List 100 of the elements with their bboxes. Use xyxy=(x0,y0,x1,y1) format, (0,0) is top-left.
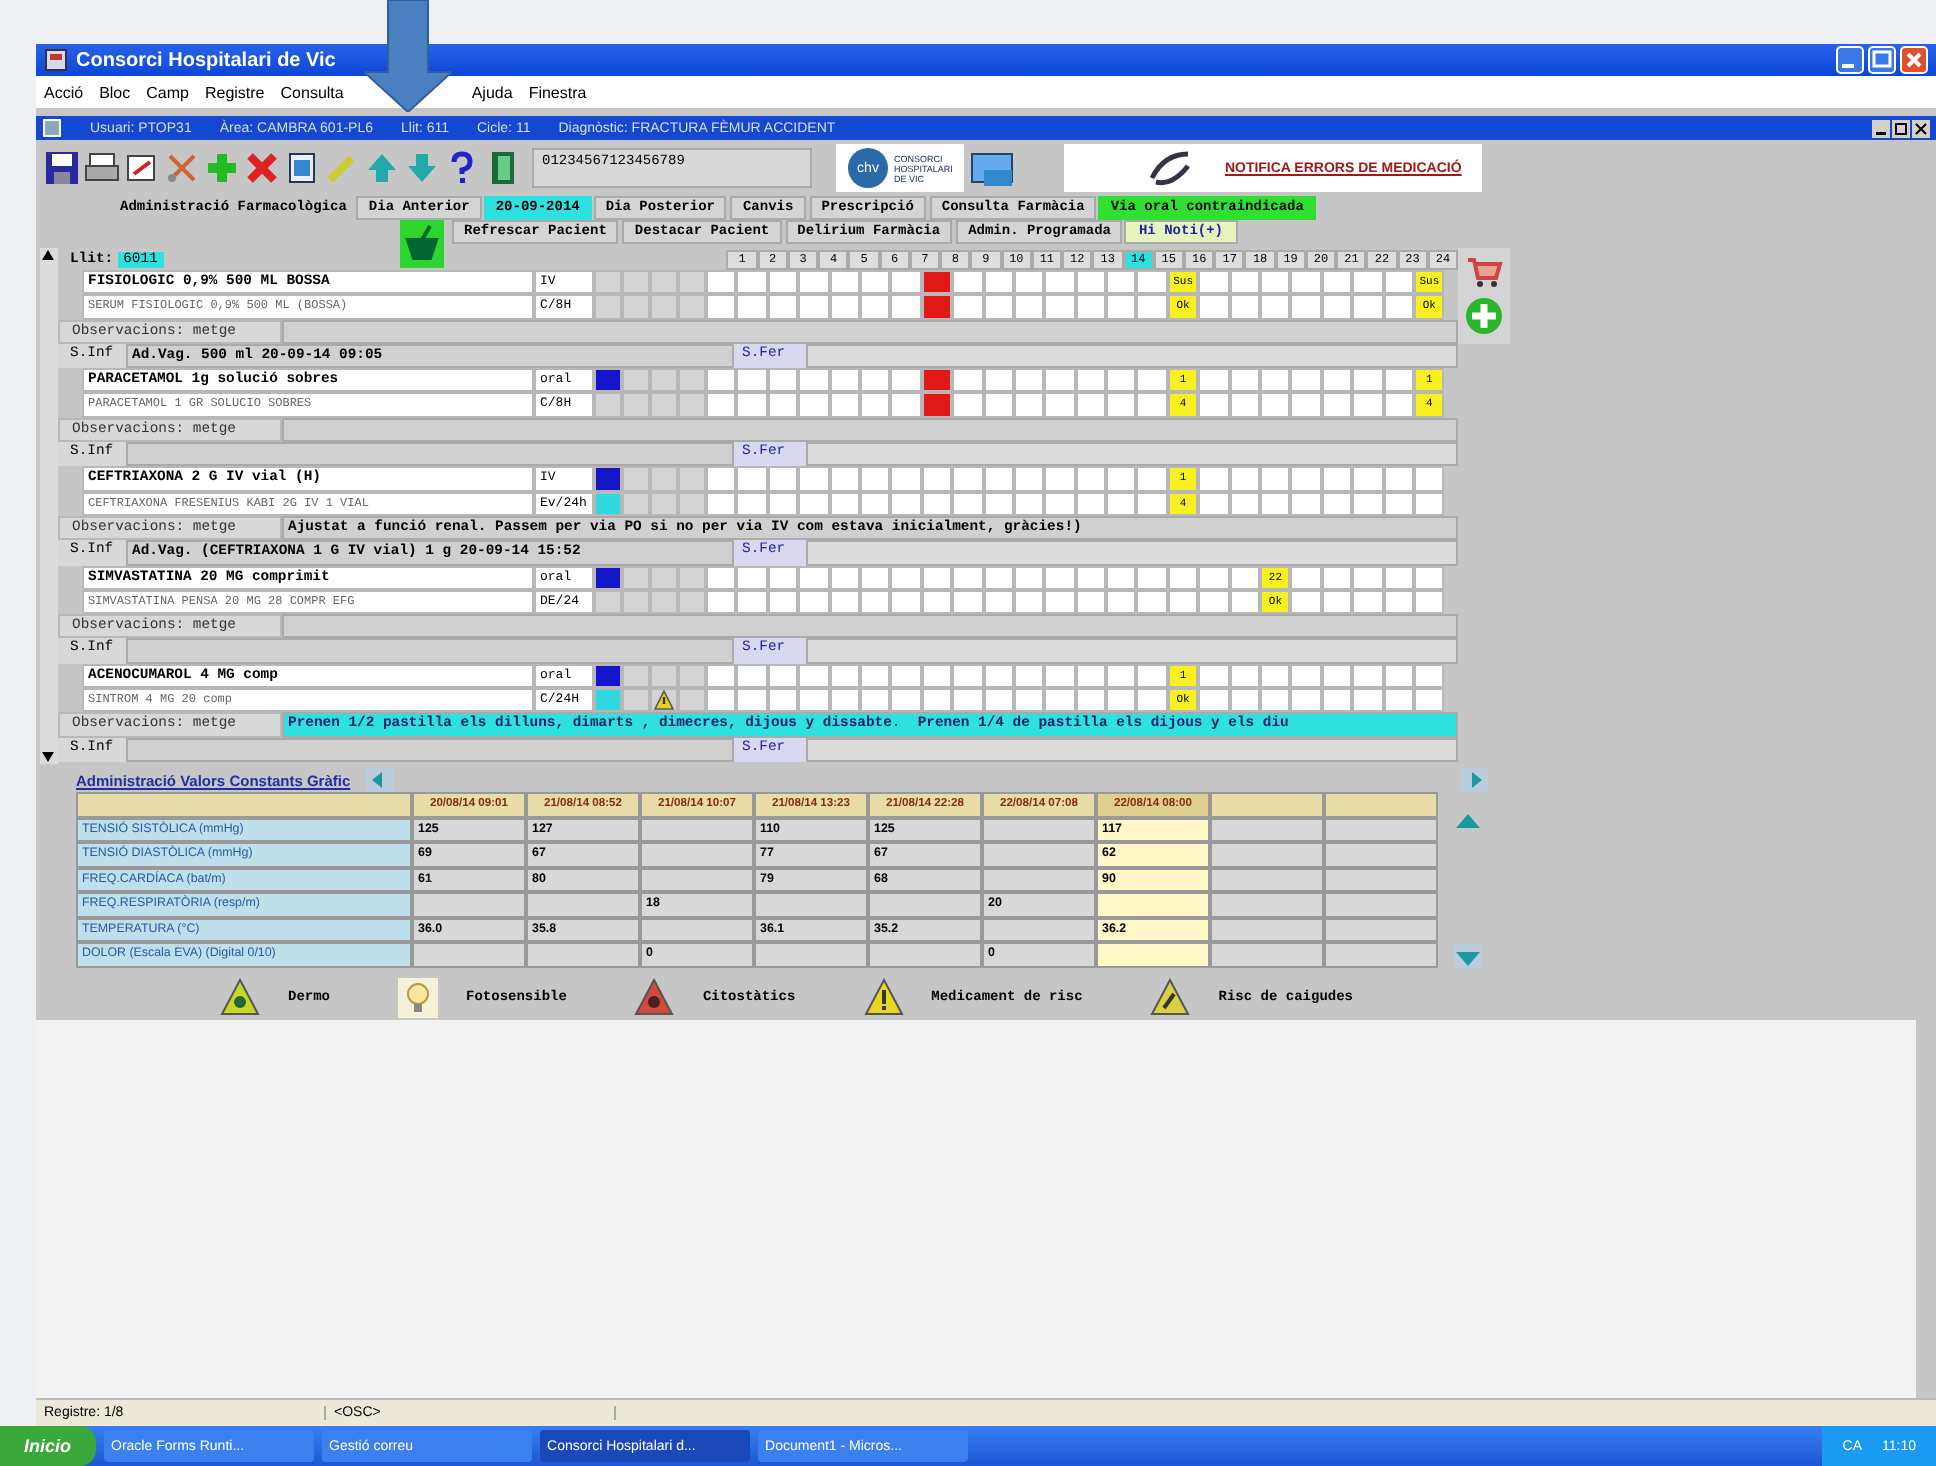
dose-cell[interactable] xyxy=(952,294,984,320)
dose-cell[interactable] xyxy=(706,368,737,393)
dose-cell[interactable] xyxy=(859,466,891,492)
dose-cell[interactable] xyxy=(890,466,922,492)
dose-cell[interactable] xyxy=(952,688,984,713)
dose-cell[interactable] xyxy=(983,294,1014,320)
dose-cell[interactable] xyxy=(1075,294,1107,320)
dose-cell[interactable] xyxy=(890,565,922,590)
done-field[interactable] xyxy=(806,540,1458,566)
dose-cell[interactable] xyxy=(1198,491,1230,516)
dose-cell[interactable] xyxy=(1260,466,1291,492)
dose-cell[interactable] xyxy=(859,294,891,320)
dose-cell[interactable] xyxy=(859,688,891,713)
dose-cell[interactable] xyxy=(1229,392,1261,418)
dose-cell[interactable] xyxy=(736,589,768,615)
dose-cell[interactable] xyxy=(1260,491,1291,516)
dose-cell[interactable] xyxy=(1413,466,1445,492)
dose-cell[interactable] xyxy=(921,368,953,393)
observations-field[interactable] xyxy=(282,614,1458,639)
dose-cell[interactable] xyxy=(983,270,1014,295)
dose-cell[interactable] xyxy=(736,368,768,393)
dose-cell[interactable] xyxy=(1352,688,1384,713)
dose-cell[interactable] xyxy=(952,368,984,393)
done-field[interactable] xyxy=(806,442,1458,467)
dose-cell[interactable] xyxy=(767,688,799,713)
dose-cell[interactable] xyxy=(1321,368,1353,393)
done-field[interactable] xyxy=(806,343,1458,369)
dose-cell[interactable] xyxy=(736,466,768,492)
dose-cell[interactable] xyxy=(1229,294,1261,320)
dose-cell[interactable] xyxy=(798,392,830,418)
dose-cell[interactable] xyxy=(1044,663,1076,689)
dose-cell[interactable] xyxy=(1383,688,1414,713)
dose-cell[interactable] xyxy=(859,368,891,393)
dose-cell[interactable] xyxy=(1383,392,1414,418)
dose-cell[interactable] xyxy=(798,491,830,516)
dose-cell[interactable] xyxy=(1198,368,1230,393)
dose-cell[interactable] xyxy=(706,589,737,615)
menu-item[interactable]: Bloc xyxy=(99,83,131,101)
dose-cell[interactable] xyxy=(890,368,922,393)
dose-cell[interactable] xyxy=(921,466,953,492)
dose-cell[interactable] xyxy=(1290,663,1322,689)
dose-cell[interactable] xyxy=(1229,688,1261,713)
dose-cell[interactable] xyxy=(1075,270,1107,295)
menu-item[interactable]: Acció xyxy=(44,83,84,101)
dose-cell[interactable] xyxy=(1321,392,1353,418)
dose-cell[interactable] xyxy=(706,294,737,320)
dose-cell[interactable] xyxy=(890,392,922,418)
dose-cell[interactable] xyxy=(1229,368,1261,393)
dose-cell[interactable] xyxy=(1198,466,1230,492)
dose-cell[interactable] xyxy=(1075,688,1107,713)
dose-cell[interactable] xyxy=(983,368,1014,393)
dose-cell[interactable] xyxy=(829,392,860,418)
dose-cell[interactable] xyxy=(1136,392,1168,418)
dose-cell[interactable] xyxy=(706,466,737,492)
dose-cell[interactable] xyxy=(1106,368,1137,393)
dose-cell[interactable] xyxy=(1013,466,1045,492)
dose-cell[interactable] xyxy=(1106,688,1137,713)
dose-cell[interactable] xyxy=(1260,270,1291,295)
dose-cell[interactable] xyxy=(1106,589,1137,615)
dose-cell[interactable] xyxy=(1383,294,1414,320)
dose-cell[interactable] xyxy=(736,294,768,320)
dose-cell[interactable] xyxy=(921,392,953,418)
dose-cell[interactable] xyxy=(1260,663,1291,689)
dose-cell[interactable] xyxy=(1106,270,1137,295)
dose-cell[interactable] xyxy=(1044,270,1076,295)
dose-cell[interactable] xyxy=(859,270,891,295)
dose-cell[interactable] xyxy=(706,392,737,418)
dose-cell[interactable] xyxy=(890,663,922,689)
dose-cell[interactable] xyxy=(1198,565,1230,590)
dose-cell[interactable] xyxy=(767,466,799,492)
dose-cell[interactable] xyxy=(1106,491,1137,516)
up-arrow-icon[interactable] xyxy=(364,150,400,186)
dose-cell[interactable] xyxy=(1260,294,1291,320)
dose-cell[interactable] xyxy=(1321,688,1353,713)
dose-cell[interactable] xyxy=(1290,589,1322,615)
dose-cell[interactable] xyxy=(1321,270,1353,295)
scroll-up-icon[interactable] xyxy=(40,248,56,264)
dose-cell[interactable] xyxy=(1198,663,1230,689)
dose-cell[interactable] xyxy=(1229,466,1261,492)
dose-cell[interactable] xyxy=(859,392,891,418)
dose-cell[interactable] xyxy=(1013,392,1045,418)
dose-cell[interactable] xyxy=(1290,565,1322,590)
dose-cell[interactable] xyxy=(1044,565,1076,590)
menu-item[interactable]: Ajuda xyxy=(471,83,513,101)
dose-cell[interactable] xyxy=(1198,294,1230,320)
dose-cell[interactable] xyxy=(1136,368,1168,393)
dose-cell[interactable] xyxy=(1352,491,1384,516)
dose-cell[interactable] xyxy=(1198,270,1230,295)
dose-cell[interactable] xyxy=(952,270,984,295)
dose-cell[interactable] xyxy=(1290,392,1322,418)
dose-cell[interactable] xyxy=(952,565,984,590)
dose-cell[interactable] xyxy=(890,270,922,295)
dose-cell[interactable] xyxy=(767,270,799,295)
dose-cell[interactable] xyxy=(1352,466,1384,492)
menu-item[interactable]: Camp xyxy=(146,83,189,101)
dose-cell[interactable] xyxy=(1013,270,1045,295)
dose-cell[interactable] xyxy=(1352,368,1384,393)
dose-cell[interactable] xyxy=(1352,294,1384,320)
dose-cell[interactable] xyxy=(1290,688,1322,713)
dose-cell[interactable] xyxy=(798,270,830,295)
